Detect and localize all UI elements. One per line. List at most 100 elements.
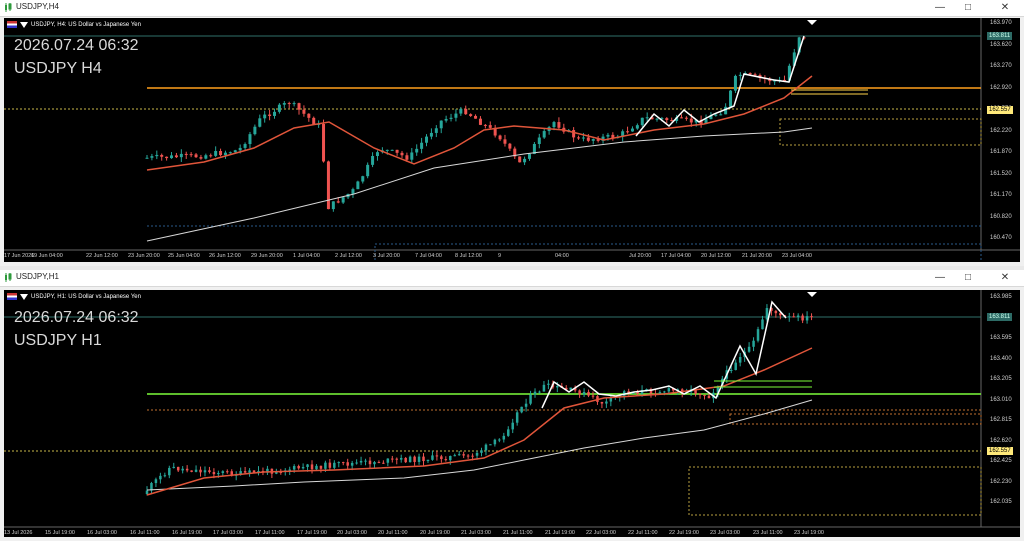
current-price-label: 163.811: [987, 32, 1013, 40]
window-titlebar[interactable]: USDJPY,H1 — □ ✕: [0, 270, 1024, 287]
candle-body: [626, 131, 630, 133]
candle-body: [805, 316, 809, 321]
candle-body: [747, 346, 751, 352]
candle-body: [469, 114, 473, 116]
candle-body: [179, 153, 183, 158]
candle-body: [729, 90, 733, 107]
candle-body: [223, 152, 227, 156]
price-chart-h1[interactable]: USDJPY, H1: US Dollar vs Japanese Yen 20…: [4, 290, 1020, 537]
candle-body: [537, 137, 541, 144]
time-tick-label: 16 Jul 03:00: [87, 530, 117, 536]
candle-body: [336, 201, 340, 203]
time-tick-label: 9: [498, 253, 502, 259]
time-tick-label: 13 Jul 2026: [4, 530, 33, 536]
time-tick-label: 15 Jul 19:00: [45, 530, 75, 536]
candle-body: [667, 388, 671, 392]
candle-body: [663, 391, 666, 393]
chart-window-h4[interactable]: USDJPY,H4 — □ ✕ USDJPY, H4: US Dollar vs…: [0, 0, 1024, 266]
candle-body: [395, 149, 399, 153]
time-tick-label: 21 Jul 03:00: [461, 530, 491, 536]
candle-body: [288, 469, 291, 471]
datetime-stamp: 2026.07.24 06:32: [14, 309, 139, 326]
minimize-button[interactable]: —: [929, 1, 951, 15]
candle-body: [404, 457, 407, 463]
candle-body: [364, 460, 367, 462]
candle-body: [331, 201, 335, 210]
one-click-trading-icon[interactable]: [20, 293, 28, 300]
candle-body: [645, 117, 649, 119]
price-chart-h4[interactable]: USDJPY, H4: US Dollar vs Japanese Yen 20…: [4, 18, 1020, 262]
scroll-end-marker: [807, 292, 817, 297]
time-tick-label: 20 Jul 11:00: [378, 530, 408, 536]
candle-body: [194, 154, 198, 158]
candle-body: [307, 113, 311, 118]
candle-body: [474, 115, 478, 119]
candle-body: [361, 176, 365, 182]
window-titlebar[interactable]: USDJPY,H4 — □ ✕: [0, 0, 1024, 17]
candle-body: [640, 117, 644, 126]
close-button[interactable]: ✕: [994, 271, 1016, 285]
candle-body: [377, 462, 381, 464]
candle-body: [796, 315, 800, 318]
candle-body: [515, 412, 519, 423]
time-tick-label: 17 Jul 11:00: [255, 530, 285, 536]
one-click-trading-icon[interactable]: [20, 21, 28, 28]
candle-body: [605, 401, 608, 404]
candle-body: [498, 135, 502, 140]
candle-body: [226, 471, 229, 473]
candle-body: [341, 197, 345, 203]
flag-icon: [7, 293, 17, 300]
candle-body: [228, 152, 232, 154]
time-tick-label: 17 Jul 19:00: [297, 530, 327, 536]
candle-body: [502, 435, 506, 440]
candle-body: [665, 118, 669, 121]
candle-body: [471, 455, 474, 457]
chart-window-h1[interactable]: USDJPY,H1 — □ ✕ USDJPY, H1: US Dollar vs…: [0, 270, 1024, 541]
candle-body: [204, 155, 208, 159]
candle-body: [326, 161, 330, 210]
candle-body: [292, 103, 296, 105]
candle-body: [733, 75, 737, 91]
time-tick-label: 21 Jul 19:00: [545, 530, 575, 536]
minimize-button[interactable]: —: [929, 271, 951, 285]
price-tick-label: 162.815: [990, 417, 1012, 423]
candle-body: [529, 394, 532, 404]
candle-body: [297, 466, 300, 469]
candle-body: [209, 155, 213, 157]
candle-body: [385, 149, 389, 151]
candle-body: [538, 391, 541, 393]
candle-body: [734, 362, 737, 370]
chart-canvas[interactable]: [4, 290, 1020, 537]
time-tick-label: 22 Jul 19:00: [669, 530, 699, 536]
candle-body: [587, 391, 590, 396]
candle-body: [253, 126, 257, 135]
time-tick-label: 23 Jul 11:00: [753, 530, 783, 536]
candle-body: [658, 392, 662, 394]
candle-body: [738, 356, 742, 363]
maximize-button[interactable]: □: [957, 1, 979, 15]
chart-canvas[interactable]: [4, 18, 1020, 262]
candle-body: [703, 395, 706, 397]
candle-body: [159, 475, 162, 480]
zone-box: [688, 466, 982, 516]
candle-body: [730, 369, 733, 371]
candle-body: [277, 104, 281, 112]
candle-body: [310, 464, 314, 470]
time-tick-label: 23 Jul 03:00: [710, 530, 740, 536]
candle-body: [319, 465, 323, 469]
candle-body: [581, 137, 585, 139]
candle-body: [287, 103, 291, 105]
time-tick-label: 7 Jul 04:00: [415, 253, 442, 259]
maximize-button[interactable]: □: [957, 271, 979, 285]
symbol-description: USDJPY, H1: US Dollar vs Japanese Yen: [31, 293, 141, 300]
candle-body: [523, 158, 527, 163]
scroll-end-marker: [807, 20, 817, 25]
candle-body: [578, 390, 581, 395]
candle-body: [556, 385, 559, 388]
price-tick-label: 161.520: [990, 170, 1012, 177]
candle-body: [417, 456, 421, 462]
candle-body: [408, 456, 412, 463]
candle-body: [217, 473, 220, 475]
candle-body: [429, 132, 433, 137]
close-button[interactable]: ✕: [994, 1, 1016, 15]
